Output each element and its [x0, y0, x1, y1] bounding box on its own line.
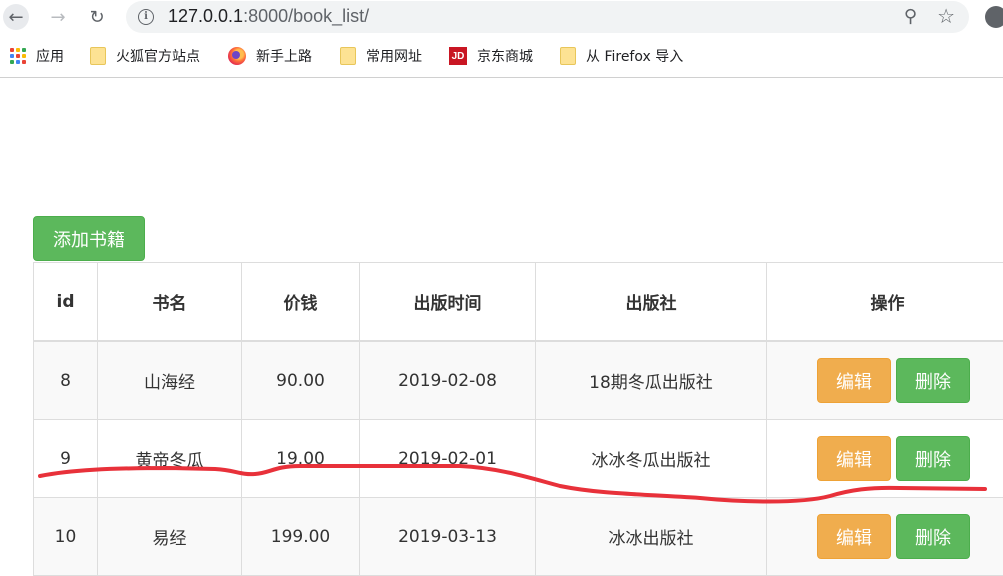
- edit-button[interactable]: 编辑: [817, 514, 891, 559]
- cell-title: 山海经: [98, 341, 242, 420]
- table-header-row: id 书名 价钱 出版时间 出版社 操作: [34, 263, 1003, 342]
- column-header-actions: 操作: [767, 263, 1003, 342]
- cell-date: 2019-02-08: [360, 341, 536, 420]
- column-header-id: id: [34, 263, 98, 342]
- table-row: 8 山海经 90.00 2019-02-08 18期冬瓜出版社 编辑删除: [34, 341, 1003, 420]
- cell-title: 黄帝冬瓜: [98, 420, 242, 498]
- bookmark-apps[interactable]: 应用: [10, 46, 64, 66]
- table-row: 10 易经 199.00 2019-03-13 冰冰出版社 编辑删除: [34, 498, 1003, 576]
- cell-id: 10: [34, 498, 98, 576]
- cell-publisher: 18期冬瓜出版社: [536, 341, 767, 420]
- chrome-divider: [0, 77, 1003, 78]
- firefox-icon: [228, 47, 246, 65]
- url-host: 127.0.0.1: [168, 6, 243, 26]
- cell-publisher: 冰冰出版社: [536, 498, 767, 576]
- url-text[interactable]: 127.0.0.1:8000/book_list/: [168, 6, 369, 27]
- browser-toolbar: ← → ↻ i 127.0.0.1:8000/book_list/ ⚲ ☆: [0, 0, 1003, 34]
- url-path: :8000/book_list/: [243, 6, 369, 26]
- cell-actions: 编辑删除: [767, 498, 1003, 576]
- bookmark-firefox-import[interactable]: 从 Firefox 导入: [560, 46, 683, 66]
- bookmark-common-sites[interactable]: 常用网址: [340, 46, 422, 66]
- folder-icon: [560, 47, 576, 65]
- cell-id: 8: [34, 341, 98, 420]
- cell-date: 2019-02-01: [360, 420, 536, 498]
- bookmark-label: 常用网址: [366, 46, 422, 66]
- cell-actions: 编辑删除: [767, 341, 1003, 420]
- account-icon[interactable]: [985, 6, 1003, 28]
- cell-actions: 编辑删除: [767, 420, 1003, 498]
- edit-button[interactable]: 编辑: [817, 436, 891, 481]
- folder-icon: [90, 47, 106, 65]
- cell-publisher: 冰冰冬瓜出版社: [536, 420, 767, 498]
- bookmark-label: 从 Firefox 导入: [586, 46, 683, 66]
- bookmarks-bar: 应用 火狐官方站点 新手上路 常用网址 JD 京东商城 从 Firefox 导入: [0, 40, 1003, 72]
- folder-icon: [340, 47, 356, 65]
- delete-button[interactable]: 删除: [896, 514, 970, 559]
- cell-title: 易经: [98, 498, 242, 576]
- bookmark-label: 火狐官方站点: [116, 46, 200, 66]
- cell-price: 90.00: [242, 341, 360, 420]
- reload-icon[interactable]: ↻: [84, 4, 110, 30]
- cell-price: 19.00: [242, 420, 360, 498]
- back-arrow-icon[interactable]: ←: [3, 4, 29, 30]
- bookmark-jd[interactable]: JD 京东商城: [449, 46, 533, 66]
- apps-grid-icon: [10, 48, 26, 64]
- column-header-title: 书名: [98, 263, 242, 342]
- bookmark-label: 京东商城: [477, 46, 533, 66]
- edit-button[interactable]: 编辑: [817, 358, 891, 403]
- add-book-button[interactable]: 添加书籍: [33, 216, 145, 261]
- delete-button[interactable]: 删除: [896, 358, 970, 403]
- bookmark-star-icon[interactable]: ☆: [937, 4, 955, 28]
- cell-price: 199.00: [242, 498, 360, 576]
- delete-button[interactable]: 删除: [896, 436, 970, 481]
- cell-date: 2019-03-13: [360, 498, 536, 576]
- zoom-icon[interactable]: ⚲: [904, 6, 917, 27]
- forward-arrow-icon[interactable]: →: [45, 4, 71, 30]
- column-header-date: 出版时间: [360, 263, 536, 342]
- address-bar[interactable]: i 127.0.0.1:8000/book_list/ ⚲ ☆: [126, 1, 969, 33]
- bookmark-label: 应用: [36, 46, 64, 66]
- column-header-publisher: 出版社: [536, 263, 767, 342]
- jd-icon: JD: [449, 47, 467, 65]
- bookmark-firefox-official[interactable]: 火狐官方站点: [90, 46, 200, 66]
- cell-id: 9: [34, 420, 98, 498]
- info-icon[interactable]: i: [138, 9, 154, 25]
- column-header-price: 价钱: [242, 263, 360, 342]
- bookmark-getting-started[interactable]: 新手上路: [228, 46, 312, 66]
- book-table: id 书名 价钱 出版时间 出版社 操作 8 山海经 90.00 2019-02…: [33, 262, 1003, 576]
- bookmark-label: 新手上路: [256, 46, 312, 66]
- table-row: 9 黄帝冬瓜 19.00 2019-02-01 冰冰冬瓜出版社 编辑删除: [34, 420, 1003, 498]
